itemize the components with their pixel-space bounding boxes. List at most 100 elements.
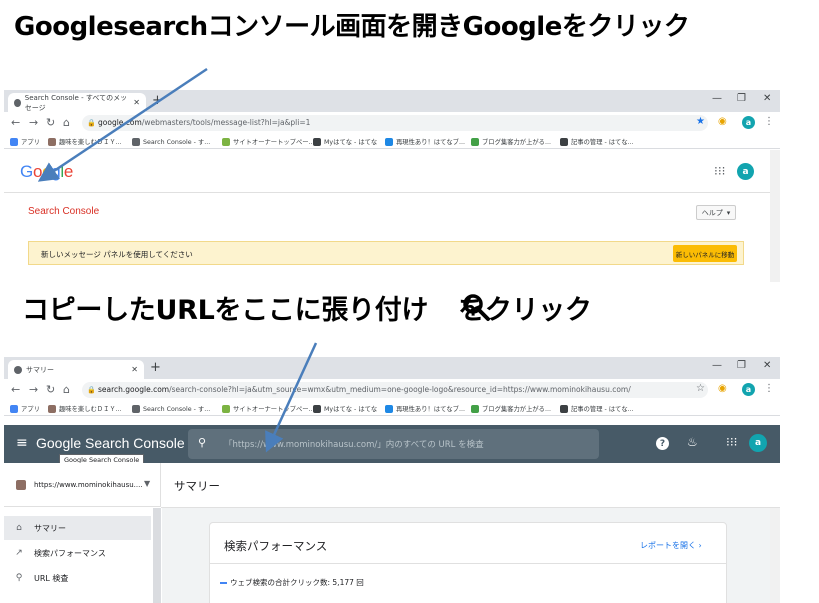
favicon-icon — [471, 404, 479, 413]
bookmark-star-icon[interactable]: ★ — [696, 116, 705, 127]
notifications-bell-icon[interactable]: ♨ — [687, 435, 698, 449]
bookmark-item[interactable]: サイトオーナートップペー... — [222, 137, 315, 146]
bookmark-item[interactable]: 再現性あり！はてなブ... — [385, 404, 465, 413]
close-tab-icon[interactable]: ✕ — [131, 365, 138, 374]
reload-icon[interactable]: ↻ — [46, 116, 55, 129]
profile-avatar[interactable]: a — [742, 116, 755, 129]
url-field[interactable]: 🔒 search.google.com/search-console?hl=ja&… — [82, 382, 708, 398]
step2-heading-text: コピーしたURLをここに張り付け をクリック — [22, 295, 592, 326]
url-inspection-search-input[interactable]: ⚲ 「https://www.mominokihausu.com/」内のすべての… — [188, 429, 599, 459]
menu-dots-icon[interactable]: ⋮ — [764, 383, 774, 394]
maximize-icon[interactable]: ❐ — [737, 360, 746, 371]
card-divider — [210, 563, 726, 564]
url-host: google.com — [98, 118, 142, 127]
logo-letter: e — [63, 162, 74, 181]
sidebar-item-summary[interactable]: ⌂ サマリー — [4, 516, 151, 540]
page-scrollbar[interactable] — [770, 150, 780, 282]
bookmark-item[interactable]: 趣味を楽しむＤＩＹ... — [48, 404, 122, 413]
extension-icon[interactable]: ◉ — [718, 116, 727, 127]
bookmark-item[interactable]: 再現性あり！はてなブ... — [385, 137, 465, 146]
favicon-icon — [385, 137, 393, 146]
bookmark-label: 趣味を楽しむＤＩＹ... — [59, 406, 122, 413]
favicon-icon — [471, 137, 479, 146]
bookmark-item[interactable]: 趣味を楽しむＤＩＹ... — [48, 137, 122, 146]
bookmark-item[interactable]: 記事の管理 - はてな... — [560, 404, 634, 413]
sidebar-item-url-inspection[interactable]: ⚲ URL 検査 — [4, 566, 151, 590]
bookmark-item[interactable]: サイトオーナートップペー... — [222, 404, 315, 413]
back-icon[interactable]: ← — [11, 116, 20, 129]
close-window-icon[interactable]: ✕ — [763, 93, 771, 104]
browser-tab[interactable]: サマリー ✕ — [8, 360, 144, 379]
open-report-label: レポートを開く — [640, 541, 696, 550]
chevron-right-icon: › — [698, 541, 702, 550]
search-icon: ⚲ — [15, 573, 23, 583]
minimize-icon[interactable]: — — [712, 360, 722, 371]
back-icon[interactable]: ← — [11, 383, 20, 396]
open-report-link[interactable]: レポートを開く › — [640, 540, 702, 551]
forward-icon[interactable]: → — [29, 383, 38, 396]
sidebar-item-label: サマリー — [34, 523, 66, 533]
bookmark-item[interactable]: Search Console - す... — [132, 137, 210, 146]
bookmark-star-icon[interactable]: ☆ — [696, 383, 705, 394]
bookmark-item[interactable]: 記事の管理 - はてな... — [560, 137, 634, 146]
bookmark-apps[interactable]: アプリ — [10, 137, 40, 146]
total-clicks-stat: ウェブ検索の合計クリック数: 5,177 回 — [220, 577, 364, 588]
bookmark-label: 記事の管理 - はてな... — [571, 139, 634, 146]
bookmarks-bar: アプリ 趣味を楽しむＤＩＹ... Search Console - す... サ… — [4, 134, 780, 149]
sidebar-scrollbar[interactable] — [153, 508, 161, 603]
bookmark-apps[interactable]: アプリ — [10, 404, 40, 413]
account-avatar[interactable]: a — [737, 163, 754, 180]
move-to-new-panel-button[interactable]: 新しいパネルに移動 — [673, 245, 737, 262]
google-logo[interactable]: Google — [20, 162, 73, 182]
new-tab-icon[interactable]: + — [152, 93, 163, 108]
bookmark-label: ブログ集客力が上がる... — [482, 139, 551, 146]
favicon-icon — [222, 137, 230, 146]
close-window-icon[interactable]: ✕ — [763, 360, 771, 371]
close-tab-icon[interactable]: ✕ — [133, 98, 140, 107]
url-field[interactable]: 🔒 google.com/webmasters/tools/message-lis… — [82, 115, 708, 131]
page-scrollbar[interactable] — [770, 508, 780, 603]
browser-tab[interactable]: Search Console - すべてのメッセージ ✕ — [8, 93, 146, 112]
favicon-icon — [313, 137, 321, 146]
bookmark-item[interactable]: Myはてな - はてな — [313, 137, 377, 146]
header-divider — [4, 192, 780, 193]
bookmark-item[interactable]: ブログ集客力が上がる... — [471, 137, 551, 146]
reload-icon[interactable]: ↻ — [46, 383, 55, 396]
bookmark-label: 記事の管理 - はてな... — [571, 406, 634, 413]
home-icon[interactable]: ⌂ — [63, 116, 70, 129]
profile-avatar[interactable]: a — [742, 383, 755, 396]
tab-title: Search Console - すべてのメッセージ — [24, 93, 128, 112]
bookmarks-bar: アプリ 趣味を楽しむＤＩＹ... Search Console - す... サ… — [4, 401, 780, 416]
address-bar-row: ← → ↻ ⌂ 🔒 search.google.com/search-consol… — [4, 379, 780, 401]
home-icon[interactable]: ⌂ — [63, 383, 70, 396]
sidebar-item-label: 検索パフォーマンス — [34, 548, 106, 558]
search-icon[interactable]: ⚲ — [198, 436, 206, 449]
favicon-icon — [560, 137, 568, 146]
sidebar-item-search-performance[interactable]: ↗ 検索パフォーマンス — [4, 541, 151, 565]
app-title[interactable]: Google Search Console — [36, 435, 185, 451]
card-title: 検索パフォーマンス — [224, 539, 328, 553]
property-selector[interactable]: https://www.mominokihausu.... ▼ — [4, 463, 161, 507]
maximize-icon[interactable]: ❐ — [737, 93, 746, 104]
bookmark-label: 趣味を楽しむＤＩＹ... — [59, 139, 122, 146]
account-avatar[interactable]: a — [749, 434, 767, 452]
google-apps-icon[interactable]: ⁝⁝⁝ — [714, 164, 725, 178]
forward-icon[interactable]: → — [29, 116, 38, 129]
step1-heading: Googlesearchコンソール画面を開きGoogleをクリック — [14, 12, 690, 42]
help-icon[interactable]: ? — [656, 437, 669, 450]
lock-icon: 🔒 — [87, 119, 96, 127]
bookmark-item[interactable]: Myはてな - はてな — [313, 404, 377, 413]
help-dropdown[interactable]: ヘルプ ▾ — [696, 205, 736, 220]
extension-icon[interactable]: ◉ — [718, 383, 727, 394]
bookmark-item[interactable]: Search Console - す... — [132, 404, 210, 413]
google-apps-icon[interactable]: ⁝⁝⁝ — [726, 435, 737, 449]
hamburger-menu-icon[interactable]: ≡ — [16, 435, 28, 451]
tab-strip: Search Console - すべてのメッセージ ✕ + — ❐ ✕ — [4, 90, 780, 112]
menu-dots-icon[interactable]: ⋮ — [764, 116, 774, 127]
dropdown-arrow-icon: ▼ — [144, 479, 151, 488]
total-clicks-label: ウェブ検索の合計クリック数: 5,177 回 — [230, 578, 364, 587]
new-tab-icon[interactable]: + — [150, 360, 161, 375]
performance-card: 検索パフォーマンス レポートを開く › ウェブ検索の合計クリック数: 5,177… — [209, 522, 727, 603]
minimize-icon[interactable]: — — [712, 93, 722, 104]
bookmark-item[interactable]: ブログ集客力が上がる... — [471, 404, 551, 413]
